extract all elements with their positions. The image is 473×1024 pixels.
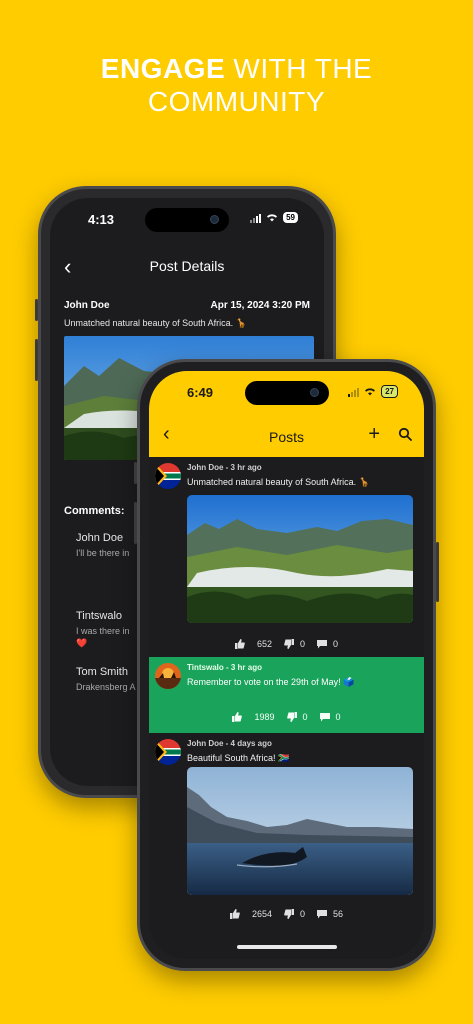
dislike-count: 0: [302, 712, 308, 722]
side-button: [134, 462, 137, 484]
app-header: 6:49 27 ‹ Posts +: [149, 371, 424, 457]
thumbs-down-icon[interactable]: [284, 639, 294, 649]
post-author: John Doe: [64, 300, 110, 311]
search-icon[interactable]: [398, 427, 412, 441]
comment-author: Tom Smith: [76, 666, 128, 678]
comment-icon[interactable]: [317, 909, 328, 919]
status-icons: 27: [348, 385, 398, 398]
front-phone: 6:49 27 ‹ Posts + John Doe - 3 hr ago Un…: [134, 359, 439, 971]
post-actions: 1989 0 0: [149, 712, 424, 722]
comment-text: I'll be there in: [76, 548, 130, 558]
sa-flag-avatar[interactable]: [155, 463, 181, 489]
thumbs-up-icon[interactable]: [234, 639, 245, 649]
comment-text: Drakensberg A: [76, 682, 136, 692]
thumbs-down-icon[interactable]: [284, 909, 294, 919]
comment-icon[interactable]: [319, 712, 330, 722]
post-details-nav: ‹ Post Details: [50, 250, 324, 286]
comment-count: 0: [333, 639, 339, 649]
post-card-highlighted[interactable]: Tintswalo - 3 hr ago Remember to vote on…: [149, 657, 424, 733]
battery-indicator: 27: [381, 385, 398, 398]
home-indicator[interactable]: [236, 945, 337, 949]
dislike-count: 0: [300, 909, 306, 919]
like-count: 2654: [251, 909, 272, 919]
sa-flag-avatar[interactable]: [155, 739, 181, 765]
camera-icon: [210, 215, 219, 224]
status-time: 6:49: [187, 385, 214, 400]
post-text: Unmatched natural beauty of South Africa…: [64, 318, 247, 328]
comment: John Doe I'll be there in: [76, 532, 129, 558]
like-count: 652: [256, 639, 272, 649]
thumbs-up-icon[interactable]: [232, 712, 243, 722]
add-post-icon[interactable]: +: [368, 423, 380, 446]
side-button: [436, 542, 439, 602]
comment-text: I was there in: [76, 626, 130, 636]
signal-icon: [348, 387, 360, 397]
whale-photo[interactable]: [187, 767, 413, 895]
post-text: Remember to vote on the 29th of May! 🗳️: [187, 677, 355, 687]
post-meta: John Doe - 3 hr ago: [187, 463, 262, 472]
comment-icon[interactable]: [317, 639, 328, 649]
camera-icon: [309, 388, 319, 397]
post-text: Beautiful South Africa! 🇿🇦: [187, 753, 290, 763]
post-actions: 652 0 0: [149, 639, 424, 649]
side-button: [134, 502, 137, 544]
post-card[interactable]: John Doe - 3 hr ago Unmatched natural be…: [149, 457, 424, 657]
dynamic-island: [244, 381, 329, 405]
post-text: Unmatched natural beauty of South Africa…: [187, 477, 370, 487]
dislike-count: 0: [300, 639, 306, 649]
mountain-photo[interactable]: [187, 495, 413, 623]
post-meta: Tintswalo - 3 hr ago: [187, 663, 262, 672]
post-header: John Doe Apr 15, 2024 3:20 PM: [64, 300, 310, 311]
posts-nav: ‹ Posts +: [149, 421, 424, 455]
thumbs-down-icon[interactable]: [286, 712, 297, 722]
thumbs-up-icon[interactable]: [229, 909, 240, 919]
comment: Tom Smith Drakensberg A: [76, 666, 136, 692]
page-title: Posts: [268, 429, 304, 445]
comments-heading: Comments:: [64, 505, 125, 517]
heart-icon: ❤️: [76, 638, 88, 648]
post-meta: John Doe - 4 days ago: [187, 739, 272, 748]
comment-count: 0: [335, 712, 341, 722]
sunset-avatar[interactable]: [155, 663, 181, 689]
comment-author: Tintswalo: [76, 610, 123, 622]
post-datetime: Apr 15, 2024 3:20 PM: [210, 300, 311, 311]
wifi-icon: [267, 214, 278, 222]
signal-icon: [250, 213, 262, 223]
battery-indicator: 59: [283, 212, 298, 223]
post-actions: 2654 0 56: [149, 909, 424, 919]
headline-line2: COMMUNITY: [147, 86, 326, 117]
dynamic-island: [145, 208, 229, 232]
page-title: Post Details: [149, 258, 225, 274]
side-button: [35, 339, 38, 381]
headline-rest: WITH THE: [225, 53, 373, 84]
headline: ENGAGE WITH THE COMMUNITY: [0, 52, 473, 118]
side-button: [35, 299, 38, 321]
wifi-icon: [365, 388, 376, 396]
front-screen: 6:49 27 ‹ Posts + John Doe - 3 hr ago Un…: [149, 371, 424, 959]
like-count: 1989: [254, 712, 275, 722]
post-card[interactable]: John Doe - 4 days ago Beautiful South Af…: [149, 733, 424, 953]
status-time: 4:13: [88, 212, 115, 227]
status-icons: 59: [250, 212, 298, 223]
headline-bold: ENGAGE: [100, 53, 226, 84]
status-bar: 4:13 59: [50, 198, 324, 238]
comment-count: 56: [333, 909, 344, 919]
comment-author: John Doe: [76, 532, 124, 544]
comment: Tintswalo I was there in ❤️: [76, 610, 130, 649]
